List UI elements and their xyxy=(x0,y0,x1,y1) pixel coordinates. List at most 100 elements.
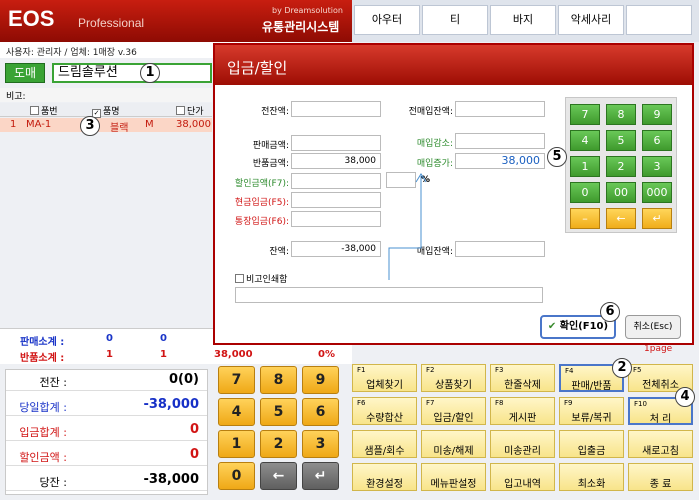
function-key[interactable]: F2 상품찾기 xyxy=(421,364,486,392)
dialog-numpad-key[interactable]: 1 xyxy=(570,156,600,177)
function-key[interactable]: 입출금 xyxy=(559,430,624,458)
dialog-numpad-key[interactable]: ↵ xyxy=(642,208,672,229)
keypad-key[interactable]: 6 xyxy=(302,398,339,426)
row-price: 38,000 xyxy=(176,119,211,130)
dialog-numpad-key[interactable]: 6 xyxy=(642,130,672,151)
sales-subtotal-label: 판매소계 : xyxy=(20,337,65,348)
callout-4: 4 xyxy=(675,387,695,407)
field-input[interactable] xyxy=(291,211,381,227)
keypad-key[interactable]: 5 xyxy=(260,398,297,426)
dialog-numpad-key[interactable]: 3 xyxy=(642,156,672,177)
tab-category-1[interactable]: 아우터 xyxy=(354,5,420,35)
function-key[interactable]: F1 업체찾기 xyxy=(352,364,417,392)
col-code[interactable]: 품번 xyxy=(30,104,58,117)
function-key[interactable]: 미송관리 xyxy=(490,430,555,458)
keypad-key[interactable]: 7 xyxy=(218,366,255,394)
field-input[interactable] xyxy=(455,101,545,117)
keypad-key[interactable]: ↵ xyxy=(302,462,339,490)
function-key-label: 종 료 xyxy=(649,479,672,490)
function-key[interactable]: 샘플/회수 xyxy=(352,430,417,458)
checkbox-icon[interactable] xyxy=(235,274,244,283)
field-label: 매입감소: xyxy=(416,139,453,149)
field-label: 판매금액: xyxy=(252,141,289,151)
arrow-connector xyxy=(388,173,427,280)
summary-row: 당잔 : -38,000 xyxy=(6,470,207,491)
tab-category-3[interactable]: 바지 xyxy=(490,5,556,35)
tab-category-5[interactable] xyxy=(626,5,692,35)
checkbox-icon[interactable] xyxy=(176,106,185,115)
wholesale-button[interactable]: 도매 xyxy=(5,63,45,83)
col-name[interactable]: ✓ 품명 xyxy=(92,104,120,118)
dialog-numpad-key[interactable]: 4 xyxy=(570,130,600,151)
return-subtotal-amount: 38,000 xyxy=(214,349,253,360)
app-logo-sub: Professional xyxy=(78,16,145,30)
tab-category-2[interactable]: 티 xyxy=(422,5,488,35)
sales-subtotal-qty2: 0 xyxy=(160,333,167,344)
function-key[interactable]: F6 수량합산 xyxy=(352,397,417,425)
dialog-numpad-key[interactable]: 8 xyxy=(606,104,636,125)
summary-label: 당잔 : xyxy=(39,476,67,489)
summary-row: 할인금액 : 0 xyxy=(6,445,207,466)
print-memo-checkbox[interactable]: 비고인쇄함 xyxy=(235,272,287,285)
dialog-numpad-key[interactable]: 00 xyxy=(606,182,636,203)
col-price[interactable]: 단가 xyxy=(176,104,204,117)
dialog-numpad-key[interactable]: ← xyxy=(606,208,636,229)
keypad-key[interactable]: 4 xyxy=(218,398,255,426)
function-key-label: 입금/할인 xyxy=(433,413,474,424)
function-key-number: F4 xyxy=(565,367,574,375)
field-input[interactable]: 38,000 xyxy=(455,153,545,169)
function-key-label: 메뉴판설정 xyxy=(430,479,477,490)
dialog-numpad-key[interactable]: 000 xyxy=(642,182,672,203)
keypad-key[interactable]: 3 xyxy=(302,430,339,458)
function-key[interactable]: 종 료 xyxy=(628,463,693,491)
callout-2: 2 xyxy=(612,358,632,378)
function-key[interactable]: F3 한줄삭제 xyxy=(490,364,555,392)
keypad-key[interactable]: 0 xyxy=(218,462,255,490)
dialog-numpad-key[interactable]: 5 xyxy=(606,130,636,151)
field-input[interactable] xyxy=(291,101,381,117)
summary-label: 할인금액 : xyxy=(19,451,67,464)
function-key[interactable]: 환경설정 xyxy=(352,463,417,491)
field-input[interactable] xyxy=(291,173,381,189)
checkbox-icon[interactable] xyxy=(30,106,39,115)
function-key[interactable]: 미송/해제 xyxy=(421,430,486,458)
field-input[interactable] xyxy=(455,133,545,149)
summary-row: 입금합계 : 0 xyxy=(6,420,207,441)
field-label: 매입증가: xyxy=(416,159,453,169)
dialog-numpad-key[interactable]: 7 xyxy=(570,104,600,125)
table-row[interactable]: 1 MA-1 블랙 M 38,000 xyxy=(0,118,212,134)
function-key[interactable]: F7 입금/할인 xyxy=(421,397,486,425)
field-input[interactable]: -38,000 xyxy=(291,241,381,257)
tab-category-4[interactable]: 악세사리 xyxy=(558,5,624,35)
keypad-key[interactable]: 8 xyxy=(260,366,297,394)
keypad-key[interactable]: ← xyxy=(260,462,297,490)
keypad-key[interactable]: 2 xyxy=(260,430,297,458)
function-key[interactable]: F8 게시판 xyxy=(490,397,555,425)
function-key-number: F2 xyxy=(426,366,435,374)
dialog-numpad-key[interactable]: 0 xyxy=(570,182,600,203)
field-input[interactable] xyxy=(455,241,545,257)
field-input[interactable]: 38,000 xyxy=(291,153,381,169)
dialog-numpad-key[interactable]: – xyxy=(570,208,600,229)
function-key[interactable]: 최소화 xyxy=(559,463,624,491)
function-key[interactable]: 새로고침 xyxy=(628,430,693,458)
field-label: 통장입금(F6): xyxy=(234,217,289,227)
field-input[interactable] xyxy=(291,135,381,151)
function-key-number: F7 xyxy=(426,399,435,407)
customer-name-field[interactable]: 드림솔루션 xyxy=(52,63,212,83)
function-key-label: 최소화 xyxy=(577,479,606,490)
cancel-button[interactable]: 취소(Esc) xyxy=(625,315,681,339)
dialog-numpad-key[interactable]: 9 xyxy=(642,104,672,125)
dialog-numpad-key[interactable]: 2 xyxy=(606,156,636,177)
keypad-key[interactable]: 1 xyxy=(218,430,255,458)
field-input[interactable] xyxy=(291,192,381,208)
function-key-label: 게시판 xyxy=(508,413,537,424)
table-header: 품번 ✓ 품명 단가 xyxy=(0,103,212,118)
check-icon: ✔ xyxy=(547,321,557,332)
function-key-label: 수량합산 xyxy=(366,413,403,424)
function-key[interactable]: 메뉴판설정 xyxy=(421,463,486,491)
function-key[interactable]: 입고내역 xyxy=(490,463,555,491)
keypad-key[interactable]: 9 xyxy=(302,366,339,394)
function-key[interactable]: F9 보류/복귀 xyxy=(559,397,624,425)
callout-6: 6 xyxy=(600,302,620,322)
